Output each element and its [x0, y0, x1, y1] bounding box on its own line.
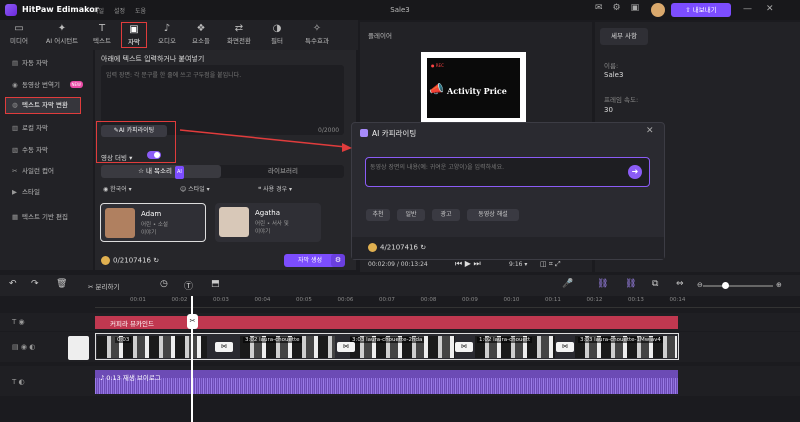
- ruler-tick: 00:13: [628, 297, 644, 303]
- ruler-tick: 00:01: [130, 297, 146, 303]
- caption-track-controls: T ◉: [12, 318, 25, 326]
- transition-icon[interactable]: ⋈: [455, 342, 473, 352]
- ruler-tick: 00:07: [379, 297, 395, 303]
- shape-icon[interactable]: ⬒: [211, 279, 220, 289]
- link-icon[interactable]: ⛓: [597, 279, 608, 289]
- video-track-controls: ▤ ◉ ◐: [12, 343, 35, 351]
- speed-icon[interactable]: ◷: [160, 279, 168, 289]
- audio-clip-label: ♪ 0:13 재생 브이로그: [100, 374, 161, 382]
- playhead-split-handle[interactable]: ✂: [187, 314, 198, 329]
- ruler-tick: 00:03: [213, 297, 229, 303]
- ruler-tick: 00:09: [462, 297, 478, 303]
- undo-icon[interactable]: ↶: [9, 279, 17, 289]
- caption-track-icon: T: [12, 318, 17, 326]
- delete-icon[interactable]: 🗑: [56, 279, 67, 289]
- redo-icon[interactable]: ↷: [31, 279, 39, 289]
- ruler-tick: 00:12: [586, 297, 603, 303]
- split-button[interactable]: ✂ 분리하기: [88, 281, 119, 291]
- text-tool-icon[interactable]: Ⓣ: [184, 279, 193, 292]
- clip-label-5: 3:03 laura-chouette-1Mwiav4: [578, 337, 663, 343]
- zoom-slider[interactable]: [703, 285, 773, 287]
- split-view-icon[interactable]: ⧉: [652, 279, 658, 289]
- ruler-tick: 00:05: [296, 297, 312, 303]
- zoom-in-icon[interactable]: ⊕: [776, 281, 782, 289]
- ruler-tick: 00:10: [503, 297, 520, 303]
- fit-icon[interactable]: ⇔: [676, 279, 684, 289]
- ruler-tick: 00:02: [171, 297, 188, 303]
- time-ruler[interactable]: [95, 296, 800, 308]
- zoom-out-icon[interactable]: ⊖: [697, 281, 703, 289]
- cover-thumbnail[interactable]: [68, 336, 89, 360]
- clip-label-1: 0:03: [115, 337, 132, 343]
- ruler-tick: 00:11: [545, 297, 561, 303]
- ruler-tick: 00:08: [420, 297, 437, 303]
- transition-icon[interactable]: ⋈: [556, 342, 574, 352]
- audio-track-icon: T: [12, 378, 17, 386]
- ruler-tick: 00:04: [254, 297, 271, 303]
- transition-icon[interactable]: ⋈: [215, 342, 233, 352]
- ruler-tick: 00:06: [337, 297, 354, 303]
- transition-icon[interactable]: ⋈: [337, 342, 355, 352]
- audio-track-controls: T ◐: [12, 378, 25, 386]
- volume-icon[interactable]: ◐: [29, 343, 35, 351]
- ruler-tick: 00:14: [669, 297, 686, 303]
- audio-waveform: [95, 378, 678, 394]
- magnet-icon[interactable]: ⛓: [625, 279, 636, 289]
- volume-icon[interactable]: ◐: [19, 378, 25, 386]
- mic-icon[interactable]: 🎤: [562, 279, 573, 289]
- film-icon: ▤: [12, 343, 19, 351]
- clip-label-3: 3:03 laura-chouette-2hda: [350, 337, 425, 343]
- eye-icon[interactable]: ◉: [21, 343, 27, 351]
- zoom-slider-handle[interactable]: [722, 282, 729, 289]
- eye-icon[interactable]: ◉: [19, 318, 25, 326]
- caption-clip-label: 커피라 뷰카인드: [110, 320, 154, 328]
- caption-clip[interactable]: [95, 316, 678, 329]
- clip-label-2: 3:02 laura-chouette: [243, 337, 302, 343]
- clip-label-4: 1:02 laura-chouett: [477, 337, 533, 343]
